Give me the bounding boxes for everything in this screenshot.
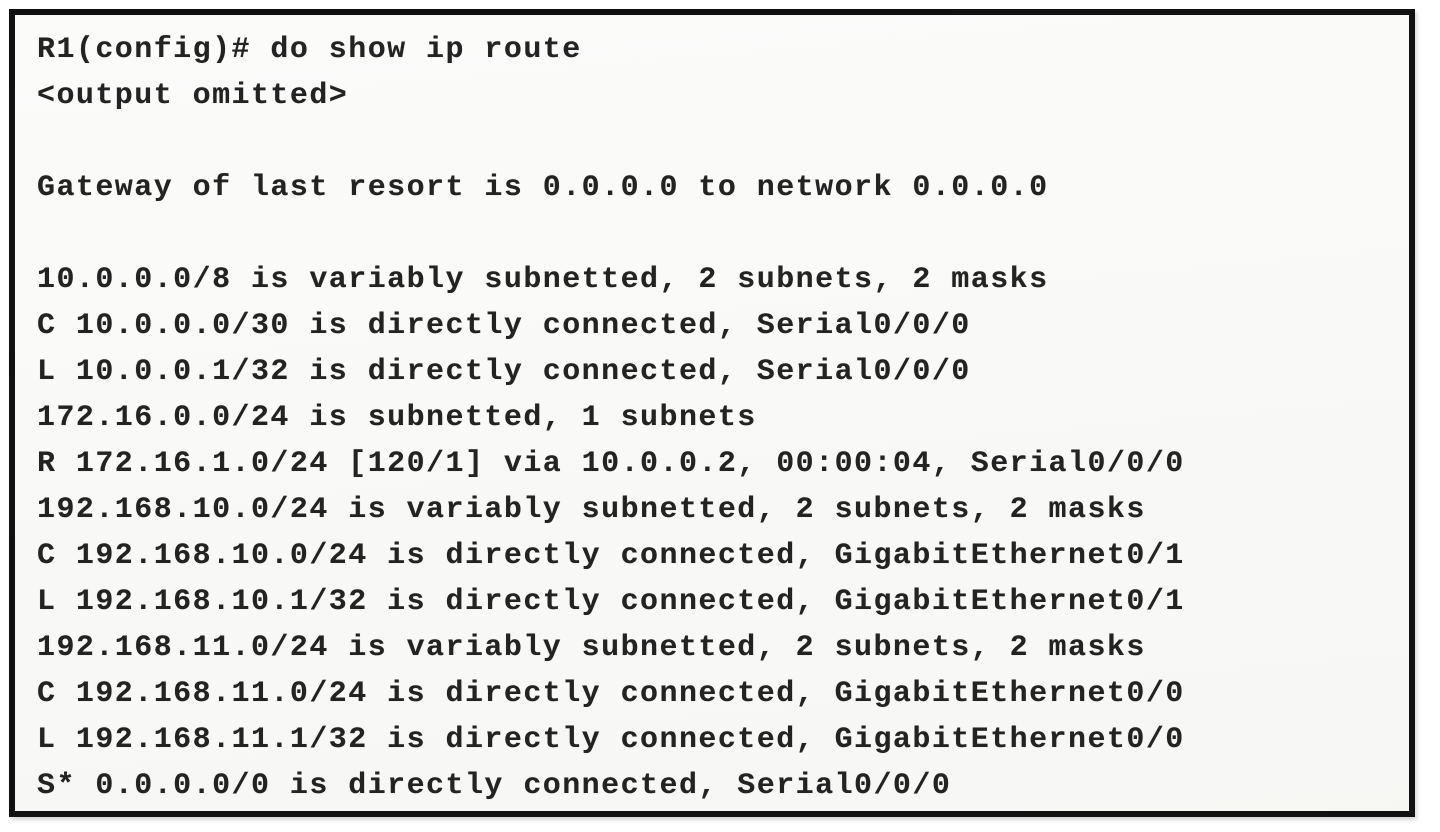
route-parent-192-168-10-0: 192.168.10.0/24 is variably subnetted, 2… (37, 493, 1146, 527)
route-entry-connected-192-168-11-0-24: C 192.168.11.0/24 is directly connected,… (37, 677, 1185, 711)
route-entry-local-192-168-10-1-32: L 192.168.10.1/32 is directly connected,… (37, 585, 1185, 619)
route-entry-connected-192-168-10-0-24: C 192.168.10.0/24 is directly connected,… (37, 539, 1185, 573)
cli-blank-line-1 (37, 119, 1405, 165)
cli-prompt-line: R1(config)# do show ip route (37, 33, 582, 67)
cli-blank-line-2 (37, 211, 1405, 257)
route-parent-172-16-0-0: 172.16.0.0/24 is subnetted, 1 subnets (37, 401, 757, 435)
route-entry-connected-10-0-0-0-30: C 10.0.0.0/30 is directly connected, Ser… (37, 309, 971, 343)
route-entry-rip-172-16-1-0-24: R 172.16.1.0/24 [120/1] via 10.0.0.2, 00… (37, 447, 1185, 481)
cli-gateway-of-last-resort-line: Gateway of last resort is 0.0.0.0 to net… (37, 171, 1049, 205)
cli-output-omitted-line: <output omitted> (37, 79, 349, 113)
screenshot-root: R1(config)# do show ip route <output omit… (0, 0, 1440, 832)
route-parent-10-0-0-0: 10.0.0.0/8 is variably subnetted, 2 subn… (37, 263, 1049, 297)
route-parent-192-168-11-0: 192.168.11.0/24 is variably subnetted, 2… (37, 631, 1146, 665)
cli-output-text: R1(config)# do show ip route <output omit… (37, 27, 1405, 807)
terminal-output-frame: R1(config)# do show ip route <output omit… (9, 9, 1415, 817)
route-entry-local-192-168-11-1-32: L 192.168.11.1/32 is directly connected,… (37, 723, 1185, 757)
route-entry-static-default-0-0-0-0-0: S* 0.0.0.0/0 is directly connected, Seri… (37, 769, 952, 803)
route-entry-local-10-0-0-1-32: L 10.0.0.1/32 is directly connected, Ser… (37, 355, 971, 389)
